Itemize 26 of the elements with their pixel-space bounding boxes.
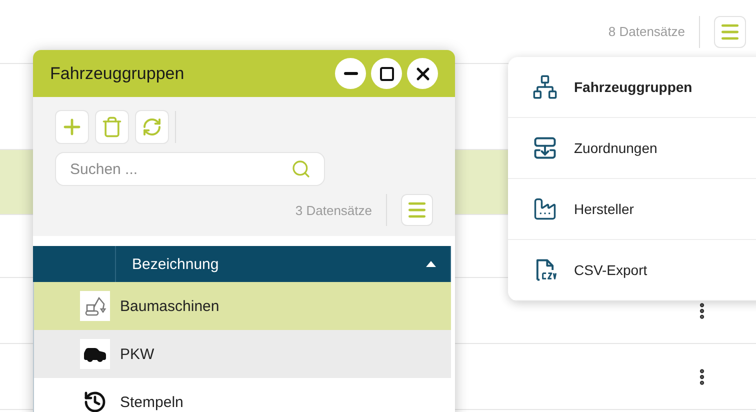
trash-icon — [101, 116, 123, 138]
menu-item[interactable]: Zuordnungen — [508, 118, 756, 179]
record-count: 3 Datensätze — [295, 202, 372, 218]
menu-item[interactable]: Fahrzeuggruppen — [508, 57, 756, 118]
search-field[interactable]: Suchen ... — [55, 152, 325, 186]
window-title: Fahrzeuggruppen — [50, 64, 186, 84]
search-icon — [291, 159, 311, 179]
table-row[interactable]: PKW — [33, 330, 451, 378]
tray-arrow-icon — [532, 135, 558, 161]
record-count: 8 Datensätze — [608, 24, 685, 39]
close-button[interactable] — [407, 58, 438, 89]
menu-item[interactable]: Hersteller — [508, 179, 756, 240]
maximize-icon — [378, 66, 394, 82]
hierarchy-icon — [532, 74, 558, 100]
table-cell: PKW — [120, 346, 154, 362]
minimize-icon — [344, 72, 358, 75]
table-cell: Baumaschinen — [120, 298, 220, 314]
minimize-button[interactable] — [335, 58, 366, 89]
factory-icon — [532, 196, 558, 222]
maximize-button[interactable] — [371, 58, 402, 89]
refresh-icon — [142, 117, 162, 137]
excavator-icon — [83, 294, 107, 318]
table-cell: Stempeln — [120, 394, 184, 410]
table-row[interactable]: Baumaschinen — [33, 282, 451, 330]
menu-item[interactable]: CSV-Export — [508, 240, 756, 301]
clock-arrow-icon — [83, 390, 107, 412]
